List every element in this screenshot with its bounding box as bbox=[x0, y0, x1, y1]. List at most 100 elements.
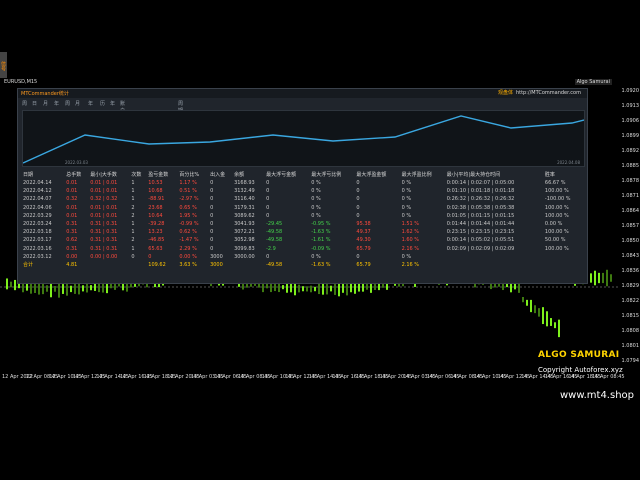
table-cell: 10.64 bbox=[148, 212, 163, 219]
column-header[interactable]: 最大浮亏比例 bbox=[310, 170, 355, 179]
candle bbox=[290, 283, 292, 293]
table-row[interactable]: 2022.04.06 0.01 0.01 | 0.01 2 23.68 0.65 % 0 31… bbox=[22, 204, 583, 212]
table-cell: -49.58 bbox=[266, 261, 283, 268]
table-cell: -49.58 bbox=[266, 229, 283, 236]
table-cell: 0.01 | 0.01 bbox=[90, 212, 118, 219]
table-row[interactable]: 2022.04.07 0.32 0.32 | 0.32 1 -88.91 -2.97 % 0… bbox=[22, 195, 583, 203]
candle bbox=[74, 283, 76, 294]
candle bbox=[318, 283, 320, 295]
table-row[interactable]: 2022.03.24 0.31 0.31 | 0.31 1 -39.28 -0.99 % 0… bbox=[22, 220, 583, 228]
table-row[interactable]: 2022.03.17 0.62 0.31 | 0.31 2 -46.85 -1.47 % 0… bbox=[22, 236, 583, 244]
table-cell: 2022.03.16 bbox=[23, 245, 52, 252]
table-cell: 0.62 bbox=[66, 237, 78, 244]
link-label: 观盘体 bbox=[497, 90, 513, 96]
column-header[interactable]: 百分比% bbox=[178, 170, 209, 179]
table-cell: 3000 bbox=[210, 261, 223, 268]
price-label: 1.0822 bbox=[621, 298, 640, 304]
price-label: 1.0829 bbox=[621, 283, 640, 289]
toolbar-item[interactable]: 历 bbox=[100, 100, 105, 107]
price-label: 1.0878 bbox=[621, 178, 640, 184]
toolbar-item[interactable]: 月 bbox=[43, 100, 48, 107]
table-row[interactable]: 2022.03.29 0.01 0.01 | 0.01 2 10.64 1.95 % 0 30… bbox=[22, 212, 583, 220]
table-cell: 3116.40 bbox=[234, 196, 255, 203]
candle bbox=[550, 318, 552, 326]
toolbar-item[interactable]: 周 bbox=[65, 100, 70, 107]
mini-date-start: 2022.03.03 bbox=[65, 160, 88, 165]
table-cell: 109.62 bbox=[148, 261, 166, 268]
link-url[interactable]: http://MTCommander.com bbox=[516, 90, 581, 96]
column-header[interactable]: 最小|大手数 bbox=[89, 170, 130, 179]
table-body: 2022.04.14 0.01 0.01 | 0.01 1 10.53 1.17 % 0 31… bbox=[22, 179, 583, 269]
column-header[interactable]: 盈亏金数 bbox=[147, 170, 178, 179]
column-header[interactable]: 总手数 bbox=[65, 170, 89, 179]
candle bbox=[522, 296, 524, 303]
candle bbox=[610, 274, 612, 282]
table-cell: 49.37 bbox=[356, 229, 371, 236]
price-label: 1.0794 bbox=[621, 358, 640, 364]
table-cell: 2022.04.12 bbox=[23, 188, 52, 195]
signal-side-tab[interactable]: 信号 bbox=[0, 52, 7, 80]
table-row[interactable]: 2022.04.12 0.01 0.01 | 0.01 1 10.68 0.51 % 0 31… bbox=[22, 187, 583, 195]
table-cell: 0 bbox=[210, 188, 214, 195]
toolbar-item[interactable]: 日 bbox=[32, 100, 37, 107]
table-cell: 0 bbox=[210, 221, 214, 228]
table-cell: 3099.83 bbox=[234, 245, 255, 252]
candle bbox=[14, 279, 16, 291]
table-row[interactable]: 2022.03.16 0.31 0.31 | 0.31 1 65.63 2.29 % 0 30… bbox=[22, 245, 583, 253]
table-cell: 0:23:15 | 0:23:15 | 0:23:15 bbox=[446, 229, 515, 236]
toolbar-item[interactable]: 周 bbox=[22, 100, 27, 107]
panel-link[interactable]: 观盘体 http://MTCommander.com bbox=[498, 89, 581, 96]
table-cell: -29.45 bbox=[266, 221, 283, 228]
table-cell: 1.95 % bbox=[179, 212, 197, 219]
candle bbox=[6, 278, 8, 290]
table-cell: 0 % bbox=[311, 204, 321, 211]
table-cell: 65.63 bbox=[148, 245, 163, 252]
column-header[interactable]: 胜率 bbox=[544, 170, 583, 179]
candle bbox=[330, 285, 332, 292]
table-cell: 0.31 bbox=[66, 221, 78, 228]
candle bbox=[46, 285, 48, 292]
table-cell: 0.31 bbox=[66, 229, 78, 236]
table-cell: 2.16 % bbox=[401, 261, 420, 268]
column-header[interactable]: 最小|平均|最大持仓时间 bbox=[446, 170, 544, 179]
toolbar-item[interactable]: 年 bbox=[88, 100, 93, 107]
table-cell: -39.28 bbox=[148, 221, 165, 228]
table-cell: 0.01 | 0.01 bbox=[90, 204, 118, 211]
table-cell: 0 bbox=[210, 212, 214, 219]
table-cell: 0:01:05 | 0:01:15 | 0:01:15 bbox=[446, 212, 515, 219]
price-label: 1.0871 bbox=[621, 193, 640, 199]
table-row[interactable]: 2022.03.18 0.31 0.31 | 0.31 1 13.23 0.62 % 0 30… bbox=[22, 228, 583, 236]
toolbar-item[interactable]: 年 bbox=[110, 100, 115, 107]
candle bbox=[530, 299, 532, 313]
table-cell: 0 % bbox=[311, 188, 321, 195]
table-cell: 2022.04.07 bbox=[23, 196, 52, 203]
column-header[interactable]: 出入金 bbox=[209, 170, 233, 179]
candle bbox=[298, 284, 300, 293]
toolbar-item[interactable]: 年 bbox=[54, 100, 59, 107]
table-cell: 0 bbox=[356, 204, 360, 211]
table-cell: 0.01 bbox=[66, 188, 78, 195]
table-cell: -1.47 % bbox=[179, 237, 199, 244]
column-header[interactable]: 最大浮亏金额 bbox=[265, 170, 310, 179]
candle bbox=[598, 272, 600, 284]
table-cell: 1 bbox=[131, 180, 135, 187]
column-header[interactable]: 最大浮盈比例 bbox=[401, 170, 446, 179]
candle bbox=[310, 285, 312, 293]
toolbar-item[interactable]: 月 bbox=[75, 100, 80, 107]
table-row[interactable]: 2022.04.14 0.01 0.01 | 0.01 1 10.53 1.17 % 0 31… bbox=[22, 179, 583, 187]
column-header[interactable]: 日期 bbox=[22, 170, 65, 179]
table-cell: -49.58 bbox=[266, 237, 283, 244]
candle bbox=[558, 319, 560, 338]
table-row[interactable]: 合计 4.81 109.62 3.63 % 3000 -49.58 -1.63 % 65.79… bbox=[22, 261, 583, 269]
candle bbox=[314, 286, 316, 292]
column-header[interactable]: 余额 bbox=[233, 170, 265, 179]
candle bbox=[606, 269, 608, 287]
table-cell: -1.63 % bbox=[311, 229, 331, 236]
table-cell: 4.81 bbox=[66, 261, 78, 268]
table-cell: 1.51 % bbox=[401, 221, 420, 228]
table-cell: 1 bbox=[131, 221, 135, 228]
column-header[interactable]: 次数 bbox=[130, 170, 147, 179]
table-row[interactable]: 2022.03.12 0.00 0.00 | 0.00 0 0 0.00 % 3000 300… bbox=[22, 253, 583, 261]
table-cell: -0.09 % bbox=[311, 245, 331, 252]
column-header[interactable]: 最大浮盈金额 bbox=[355, 170, 400, 179]
